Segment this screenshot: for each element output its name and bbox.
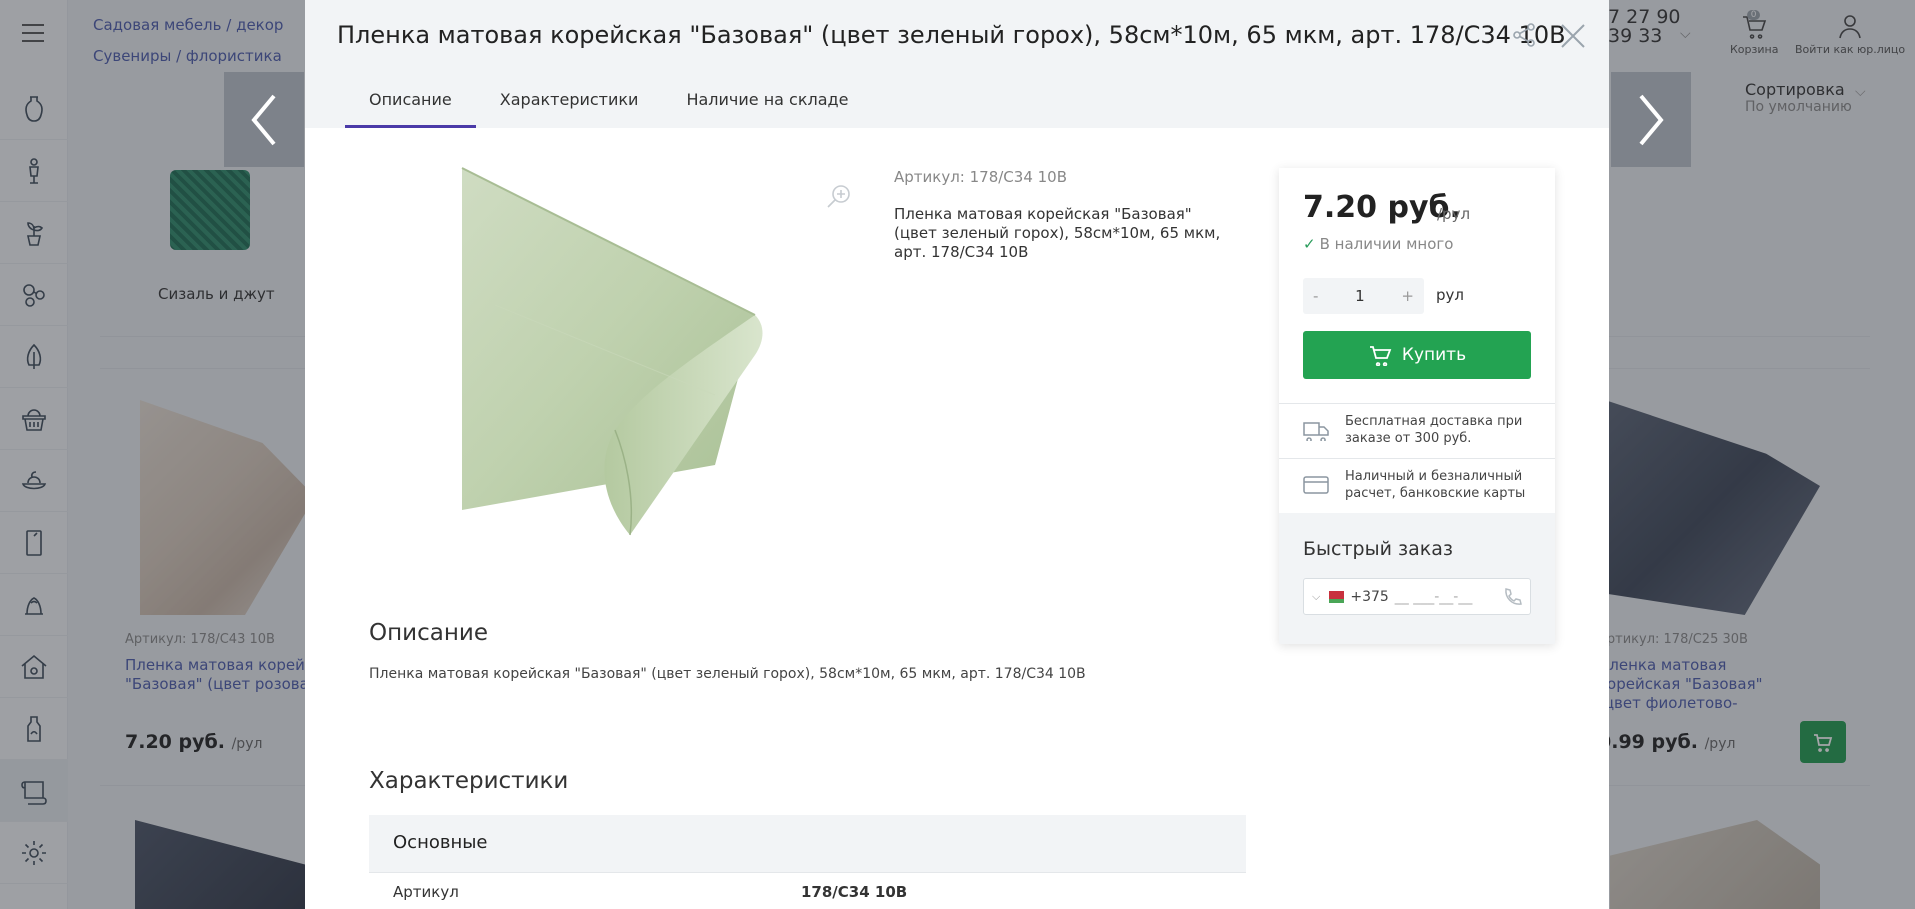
- spec-row: Артикул 178/C34 10B: [369, 872, 1246, 909]
- phone-field[interactable]: ⌵ +375 __ ___-__-__: [1303, 578, 1531, 615]
- buy-button[interactable]: Купить: [1303, 331, 1531, 379]
- credit-card-icon: [1303, 476, 1329, 494]
- modal-tabs: Описание Характеристики Наличие на склад…: [345, 78, 872, 128]
- spec-value: 178/C34 10B: [801, 883, 908, 901]
- description-text: Пленка матовая корейская "Базовая" (цвет…: [369, 666, 1086, 682]
- cart-icon: [1369, 346, 1392, 366]
- product-image[interactable]: [455, 165, 775, 540]
- quantity-stepper: - 1 +: [1303, 278, 1424, 314]
- tab-characteristics[interactable]: Характеристики: [476, 78, 663, 128]
- chevron-right-icon: [1639, 94, 1664, 145]
- chevron-left-icon: [251, 94, 276, 145]
- chevron-down-icon[interactable]: ⌵: [1312, 590, 1320, 604]
- product-article: Артикул: 178/C34 10B: [894, 168, 1068, 186]
- belarus-flag-icon: [1326, 590, 1345, 603]
- product-short-description: Пленка матовая корейская "Базовая" (цвет…: [894, 205, 1221, 261]
- quantity-input[interactable]: 1: [1355, 287, 1365, 305]
- delivery-info: Бесплатная доставка при заказе от 300 ру…: [1279, 403, 1555, 458]
- tab-description[interactable]: Описание: [345, 78, 476, 128]
- share-icon[interactable]: [1511, 22, 1537, 48]
- check-icon: ✓: [1303, 235, 1316, 253]
- payment-info: Наличный и безналичный расчет, банковски…: [1279, 458, 1555, 513]
- product-modal: Пленка матовая корейская "Базовая" (цвет…: [305, 0, 1609, 909]
- truck-icon: [1303, 422, 1329, 441]
- specs-group-heading: Основные: [369, 815, 1246, 872]
- increase-button[interactable]: +: [1401, 287, 1414, 305]
- decrease-button[interactable]: -: [1313, 287, 1318, 305]
- price-unit: /рул: [1437, 205, 1471, 223]
- spec-key: Артикул: [393, 883, 459, 901]
- tab-stock[interactable]: Наличие на складе: [662, 78, 872, 128]
- quick-order-title: Быстрый заказ: [1303, 538, 1453, 560]
- quick-order: Быстрый заказ ⌵ +375 __ ___-__-__: [1279, 513, 1555, 644]
- characteristics-heading: Характеристики: [369, 768, 569, 794]
- close-icon[interactable]: [1559, 22, 1587, 50]
- modal-title: Пленка матовая корейская "Базовая" (цвет…: [337, 21, 1566, 49]
- phone-icon[interactable]: [1502, 587, 1522, 611]
- phone-mask: __ ___-__-__: [1394, 588, 1473, 605]
- zoom-icon[interactable]: [825, 182, 853, 214]
- previous-product-button[interactable]: [224, 72, 304, 167]
- stock-status: ✓ В наличии много: [1303, 235, 1454, 253]
- phone-prefix: +375: [1350, 588, 1389, 605]
- buy-button-label: Купить: [1401, 345, 1467, 365]
- next-product-button[interactable]: [1611, 72, 1691, 167]
- description-heading: Описание: [369, 620, 488, 646]
- quantity-unit: рул: [1436, 286, 1464, 304]
- buy-panel: 7.20 руб. /рул ✓ В наличии много - 1 + ру…: [1279, 168, 1555, 644]
- modal-header: Пленка матовая корейская "Базовая" (цвет…: [305, 0, 1609, 128]
